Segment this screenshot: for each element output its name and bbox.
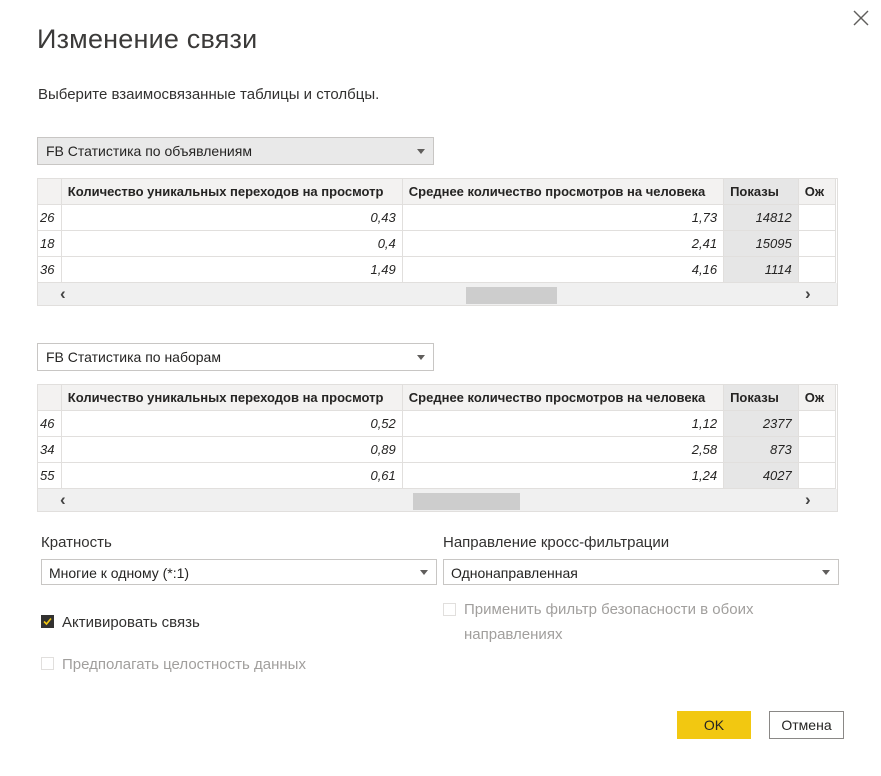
table-cell: 2377 bbox=[723, 410, 799, 437]
cancel-button[interactable]: Отмена bbox=[769, 711, 844, 739]
chevron-down-icon bbox=[417, 355, 425, 360]
table-cell: 0,52 bbox=[60, 410, 403, 437]
table-cell bbox=[797, 462, 837, 489]
table-header-selected[interactable]: Показы bbox=[723, 179, 799, 205]
table-cell: 46 bbox=[38, 410, 62, 437]
security-filter-checkbox bbox=[443, 603, 456, 616]
table-header[interactable]: Количество уникальных переходов на просм… bbox=[60, 385, 403, 411]
table-cell: 0,4 bbox=[60, 230, 403, 257]
cross-filter-dropdown[interactable]: Однонаправленная bbox=[443, 559, 839, 585]
cardinality-value: Многие к одному (*:1) bbox=[49, 565, 190, 581]
chevron-down-icon bbox=[822, 570, 830, 575]
table-cell bbox=[797, 230, 837, 257]
table-cell: 26 bbox=[38, 204, 62, 231]
table2-select-value: FB Статистика по наборам bbox=[46, 349, 221, 365]
table-header-index bbox=[38, 385, 62, 411]
table-cell: 4,16 bbox=[401, 256, 725, 283]
chevron-down-icon bbox=[417, 149, 425, 154]
table-header[interactable]: Количество уникальных переходов на просм… bbox=[60, 179, 403, 205]
table-header[interactable]: Ож bbox=[797, 385, 837, 411]
table1-select-value: FB Статистика по объявлениям bbox=[46, 143, 252, 159]
table1-select[interactable]: FB Статистика по объявлениям bbox=[37, 137, 434, 165]
table-header[interactable]: Ож bbox=[797, 179, 837, 205]
horizontal-scrollbar[interactable]: ‹ › bbox=[38, 489, 837, 511]
table-cell: 0,61 bbox=[60, 462, 403, 489]
table1-preview: Количество уникальных переходов на просм… bbox=[37, 178, 838, 306]
scroll-right-icon[interactable]: › bbox=[805, 491, 811, 508]
table2-select[interactable]: FB Статистика по наборам bbox=[37, 343, 434, 371]
scroll-left-icon[interactable]: ‹ bbox=[60, 285, 66, 302]
cross-filter-label: Направление кросс-фильтрации bbox=[443, 534, 670, 551]
table-cell: 34 bbox=[38, 436, 62, 463]
checkmark-icon bbox=[43, 617, 52, 626]
table-cell bbox=[797, 436, 837, 463]
cardinality-label: Кратность bbox=[41, 534, 112, 551]
horizontal-scrollbar[interactable]: ‹ › bbox=[38, 283, 837, 305]
chevron-down-icon bbox=[420, 570, 428, 575]
table2-preview: Количество уникальных переходов на просм… bbox=[37, 384, 838, 512]
table-row: 18 0,4 2,41 15095 bbox=[38, 230, 837, 257]
table-header[interactable]: Среднее количество просмотров на человек… bbox=[401, 385, 725, 411]
table2-grid: Количество уникальных переходов на просм… bbox=[38, 385, 837, 489]
table-cell: 55 bbox=[38, 462, 62, 489]
security-filter-label: Применить фильтр безопасности в обоих bbox=[464, 601, 754, 618]
close-icon bbox=[853, 10, 869, 26]
table-cell: 1,24 bbox=[401, 462, 725, 489]
scrollbar-thumb[interactable] bbox=[466, 287, 557, 304]
table-cell: 14812 bbox=[723, 204, 799, 231]
table-row: 55 0,61 1,24 4027 bbox=[38, 462, 837, 489]
scrollbar-thumb[interactable] bbox=[413, 493, 520, 510]
dialog-title: Изменение связи bbox=[37, 24, 258, 54]
table-cell bbox=[797, 204, 837, 231]
table-header-row: Количество уникальных переходов на просм… bbox=[38, 385, 837, 411]
ok-button[interactable]: OK bbox=[677, 711, 751, 739]
table-cell: 1,12 bbox=[401, 410, 725, 437]
table-cell: 2,58 bbox=[401, 436, 725, 463]
cross-filter-value: Однонаправленная bbox=[451, 565, 578, 581]
table-cell: 873 bbox=[723, 436, 799, 463]
table1-grid: Количество уникальных переходов на просм… bbox=[38, 179, 837, 283]
table-header-row: Количество уникальных переходов на просм… bbox=[38, 179, 837, 205]
table-row: 34 0,89 2,58 873 bbox=[38, 436, 837, 463]
table-cell: 1114 bbox=[723, 256, 799, 283]
dialog-subtitle: Выберите взаимосвязанные таблицы и столб… bbox=[38, 86, 380, 103]
table-cell: 2,41 bbox=[401, 230, 725, 257]
table-cell: 18 bbox=[38, 230, 62, 257]
close-button[interactable] bbox=[850, 7, 872, 29]
table-cell bbox=[797, 256, 837, 283]
scroll-left-icon[interactable]: ‹ bbox=[60, 491, 66, 508]
cardinality-dropdown[interactable]: Многие к одному (*:1) bbox=[41, 559, 437, 585]
table-cell: 0,43 bbox=[60, 204, 403, 231]
table-cell: 15095 bbox=[723, 230, 799, 257]
table-row: 26 0,43 1,73 14812 bbox=[38, 204, 837, 231]
activate-checkbox[interactable] bbox=[41, 615, 54, 628]
integrity-label: Предполагать целостность данных bbox=[62, 656, 306, 673]
table-header-selected[interactable]: Показы bbox=[723, 385, 799, 411]
table-cell: 1,73 bbox=[401, 204, 725, 231]
scroll-right-icon[interactable]: › bbox=[805, 285, 811, 302]
table-row: 46 0,52 1,12 2377 bbox=[38, 410, 837, 437]
table-row: 36 1,49 4,16 1114 bbox=[38, 256, 837, 283]
security-filter-label-line2: направлениях bbox=[464, 626, 563, 643]
table-header[interactable]: Среднее количество просмотров на человек… bbox=[401, 179, 725, 205]
table-cell: 36 bbox=[38, 256, 62, 283]
activate-label[interactable]: Активировать связь bbox=[62, 614, 200, 631]
table-cell: 1,49 bbox=[60, 256, 403, 283]
table-header-index bbox=[38, 179, 62, 205]
table-cell bbox=[797, 410, 837, 437]
integrity-checkbox bbox=[41, 657, 54, 670]
table-cell: 4027 bbox=[723, 462, 799, 489]
table-cell: 0,89 bbox=[60, 436, 403, 463]
